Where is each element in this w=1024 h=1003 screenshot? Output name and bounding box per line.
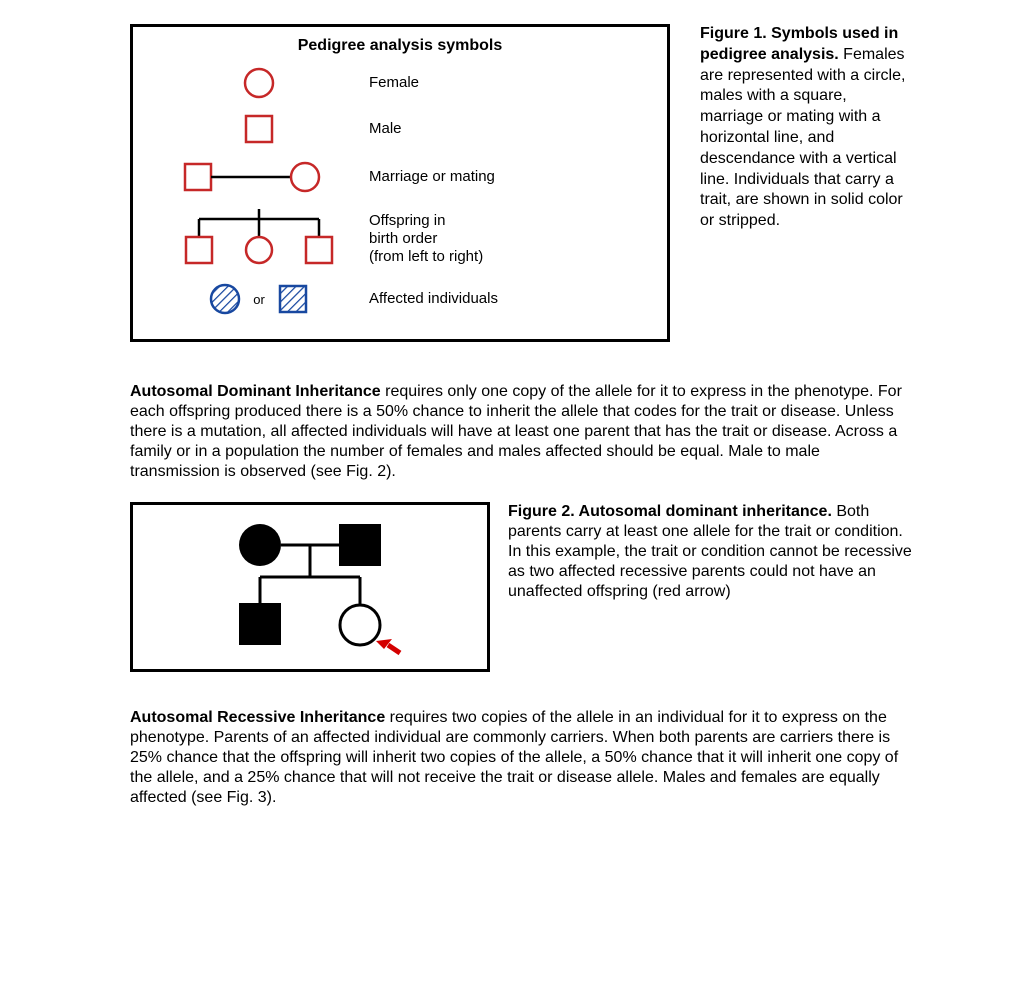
figure-2-box <box>130 502 490 672</box>
paragraph-autosomal-dominant: Autosomal Dominant Inheritance requires … <box>130 382 914 482</box>
figure-1-box-title: Pedigree analysis symbols <box>149 37 651 55</box>
figure-1-caption: Figure 1. Symbols used in pedigree analy… <box>700 24 914 232</box>
symbol-affected: or <box>149 281 369 317</box>
paragraph-autosomal-recessive: Autosomal Recessive Inheritance requires… <box>130 708 914 808</box>
figure-2-row: Figure 2. Autosomal dominant inheritance… <box>130 502 914 672</box>
legend-row-male: Male <box>149 111 651 147</box>
label-offspring: Offspring in birth order (from left to r… <box>369 212 483 266</box>
legend-row-affected: or Affected individuals <box>149 281 651 317</box>
legend-row-offspring: Offspring in birth order (from left to r… <box>149 207 651 271</box>
symbol-marriage <box>149 157 369 197</box>
label-marriage: Marriage or mating <box>369 168 495 186</box>
legend-row-female: Female <box>149 65 651 101</box>
square-icon <box>241 111 277 147</box>
marriage-icon <box>179 157 339 197</box>
hatched-circle-icon <box>207 281 243 317</box>
figure-2-caption: Figure 2. Autosomal dominant inheritance… <box>508 502 914 602</box>
figure-1-box: Pedigree analysis symbols Female Male <box>130 24 670 342</box>
para2-bold: Autosomal Recessive Inheritance <box>130 709 385 726</box>
symbol-male <box>149 111 369 147</box>
label-affected: Affected individuals <box>369 290 498 308</box>
figure-1-caption-text: Females are represented with a circle, m… <box>700 46 905 229</box>
circle-icon <box>241 65 277 101</box>
symbol-offspring <box>149 207 369 271</box>
symbol-female <box>149 65 369 101</box>
figure-1-row: Pedigree analysis symbols Female Male <box>130 24 914 342</box>
offspring-icon <box>169 207 349 271</box>
label-or: or <box>253 292 265 307</box>
pedigree-autosomal-dominant-icon <box>200 517 420 657</box>
para1-bold: Autosomal Dominant Inheritance <box>130 383 381 400</box>
legend-row-marriage: Marriage or mating <box>149 157 651 197</box>
page: Pedigree analysis symbols Female Male <box>0 0 1024 852</box>
label-female: Female <box>369 74 419 92</box>
hatched-square-icon <box>275 281 311 317</box>
label-male: Male <box>369 120 402 138</box>
figure-2-caption-bold: Figure 2. Autosomal dominant inheritance… <box>508 503 832 520</box>
